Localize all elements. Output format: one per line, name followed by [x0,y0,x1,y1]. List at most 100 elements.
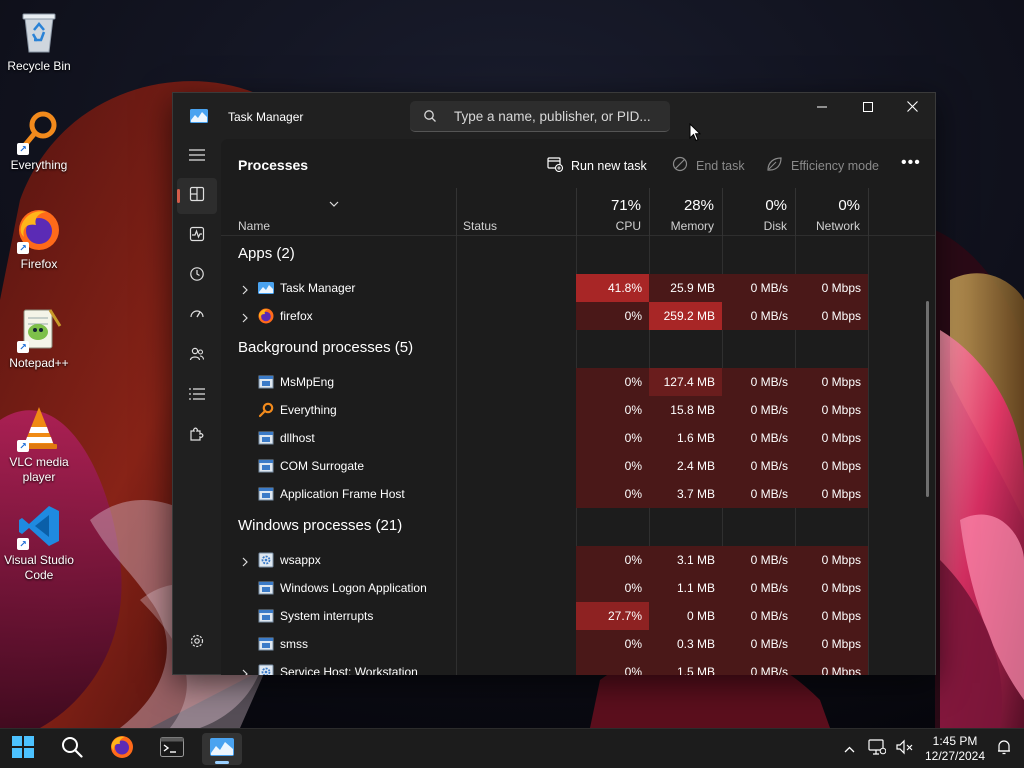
task-manager-icon [210,737,234,761]
nav-details[interactable] [177,378,217,414]
desktop-icon-everything[interactable]: ↗ Everything [0,107,78,173]
gear-service-icon [258,664,274,675]
minimize-button[interactable] [799,93,845,123]
process-row[interactable]: Task Manager 41.8% 25.9 MB 0 MB/s 0 Mbps [221,274,935,302]
task-manager-logo-icon [190,109,208,128]
hamburger-menu-button[interactable] [177,139,217,175]
process-row[interactable]: COM Surrogate 0% 2.4 MB 0 MB/s 0 Mbps [221,452,935,480]
process-name: wsappx [280,553,321,567]
process-row[interactable]: MsMpEng 0% 127.4 MB 0 MB/s 0 Mbps [221,368,935,396]
desktop-icon-label: Firefox [20,257,58,271]
process-row[interactable]: Windows Logon Application 0% 1.1 MB 0 MB… [221,574,935,602]
volume-status-button[interactable] [894,739,916,759]
column-cpu-header[interactable]: 71% CPU [576,188,649,236]
desktop-icon-vscode[interactable]: ↗ Visual Studio Code [0,502,78,583]
column-memory-header[interactable]: 28% Memory [649,188,722,236]
network-cell: 0 Mbps [795,630,868,658]
column-status-header[interactable]: Status [456,188,576,236]
column-disk-header[interactable]: 0% Disk [722,188,795,236]
vertical-scrollbar[interactable] [926,301,929,497]
everything-search-icon: ↗ [15,107,63,155]
desktop-icon-notepadpp[interactable]: ↗ Notepad++ [0,305,78,371]
desktop-icon-label: Everything [10,158,68,172]
task-manager-icon [258,280,274,296]
process-row[interactable]: firefox 0% 259.2 MB 0 MB/s 0 Mbps [221,302,935,330]
task-manager-window[interactable]: Task Manager Type a name, publisher, or … [172,92,936,675]
nav-startup-apps[interactable] [177,298,217,334]
end-task-button[interactable]: End task [672,156,745,175]
process-row[interactable]: smss 0% 0.3 MB 0 MB/s 0 Mbps [221,630,935,658]
memory-cell: 15.8 MB [649,396,722,424]
process-row[interactable]: System interrupts 27.7% 0 MB 0 MB/s 0 Mb… [221,602,935,630]
desktop-icon-vlc[interactable]: ↗ VLC media player [0,404,78,485]
network-cell: 0 Mbps [795,602,868,630]
run-new-task-button[interactable]: Run new task [547,156,647,175]
taskbar-search-button[interactable] [52,733,92,765]
cpu-cell: 27.7% [576,602,649,630]
desktop-icon-recycle-bin[interactable]: Recycle Bin [0,8,78,74]
nav-settings[interactable] [177,625,217,661]
close-button[interactable] [889,93,935,123]
window-app-icon [258,608,274,624]
search-icon [61,736,83,763]
system-clock[interactable]: 1:45 PM 12/27/2024 [916,734,994,764]
process-name: Application Frame Host [280,487,405,501]
process-name: COM Surrogate [280,459,365,473]
expand-chevron-icon[interactable] [241,554,249,572]
nav-processes[interactable] [177,178,217,214]
desktop-icon-firefox[interactable]: ↗ Firefox [0,206,78,272]
more-options-button[interactable]: ••• [901,154,921,172]
network-total-percent: 0% [838,197,860,214]
taskbar-firefox-button[interactable] [102,733,142,765]
run-task-icon [547,156,564,175]
expand-chevron-icon[interactable] [241,310,249,328]
navigation-rail [173,139,221,675]
disk-cell: 0 MB/s [722,424,795,452]
process-row[interactable]: Everything 0% 15.8 MB 0 MB/s 0 Mbps [221,396,935,424]
disk-label: Disk [763,219,787,233]
disk-cell: 0 MB/s [722,452,795,480]
cpu-cell: 0% [576,480,649,508]
start-button[interactable] [3,733,43,765]
group-header-background: Background processes (5) [221,330,935,368]
network-status-button[interactable] [866,738,888,759]
nav-services[interactable] [177,418,217,454]
cpu-cell: 41.8% [576,274,649,302]
maximize-button[interactable] [845,93,891,123]
group-title: Windows processes (21) [238,517,403,534]
disk-cell: 0 MB/s [722,602,795,630]
process-row[interactable]: dllhost 0% 1.6 MB 0 MB/s 0 Mbps [221,424,935,452]
sort-chevron-down-icon [329,194,339,212]
expand-chevron-icon[interactable] [241,282,249,300]
expand-chevron-icon[interactable] [241,666,249,675]
process-list[interactable]: Apps (2) Task Manager 41.8% 25.9 MB 0 MB… [221,236,935,675]
run-new-task-label: Run new task [571,158,647,173]
process-search-box[interactable] [410,101,670,132]
search-input[interactable] [454,107,664,125]
list-icon [189,387,205,406]
taskbar-task-manager-button[interactable] [202,733,242,765]
show-hidden-icons-button[interactable] [838,739,860,759]
cpu-cell: 0% [576,574,649,602]
nav-users[interactable] [177,338,217,374]
network-cell: 0 Mbps [795,658,868,675]
speedometer-icon [189,306,205,327]
notifications-button[interactable] [993,739,1015,759]
taskbar-terminal-button[interactable] [152,733,192,765]
disk-cell: 0 MB/s [722,574,795,602]
desktop-icon-label: VLC media player [9,455,69,484]
efficiency-mode-button[interactable]: Efficiency mode [766,156,879,175]
process-row[interactable]: Application Frame Host 0% 3.7 MB 0 MB/s … [221,480,935,508]
column-network-header[interactable]: 0% Network [795,188,868,236]
title-bar[interactable]: Task Manager [173,93,935,139]
column-name-header[interactable]: Name [221,188,456,236]
process-row[interactable]: Service Host: Workstation 0% 1.5 MB 0 MB… [221,658,935,675]
nav-app-history[interactable] [177,258,217,294]
hamburger-icon [189,148,205,166]
process-row[interactable]: wsappx 0% 3.1 MB 0 MB/s 0 Mbps [221,546,935,574]
window-app-icon [258,430,274,446]
nav-performance[interactable] [177,218,217,254]
chevron-up-icon [844,740,855,758]
terminal-icon [160,736,184,762]
cpu-cell: 0% [576,396,649,424]
